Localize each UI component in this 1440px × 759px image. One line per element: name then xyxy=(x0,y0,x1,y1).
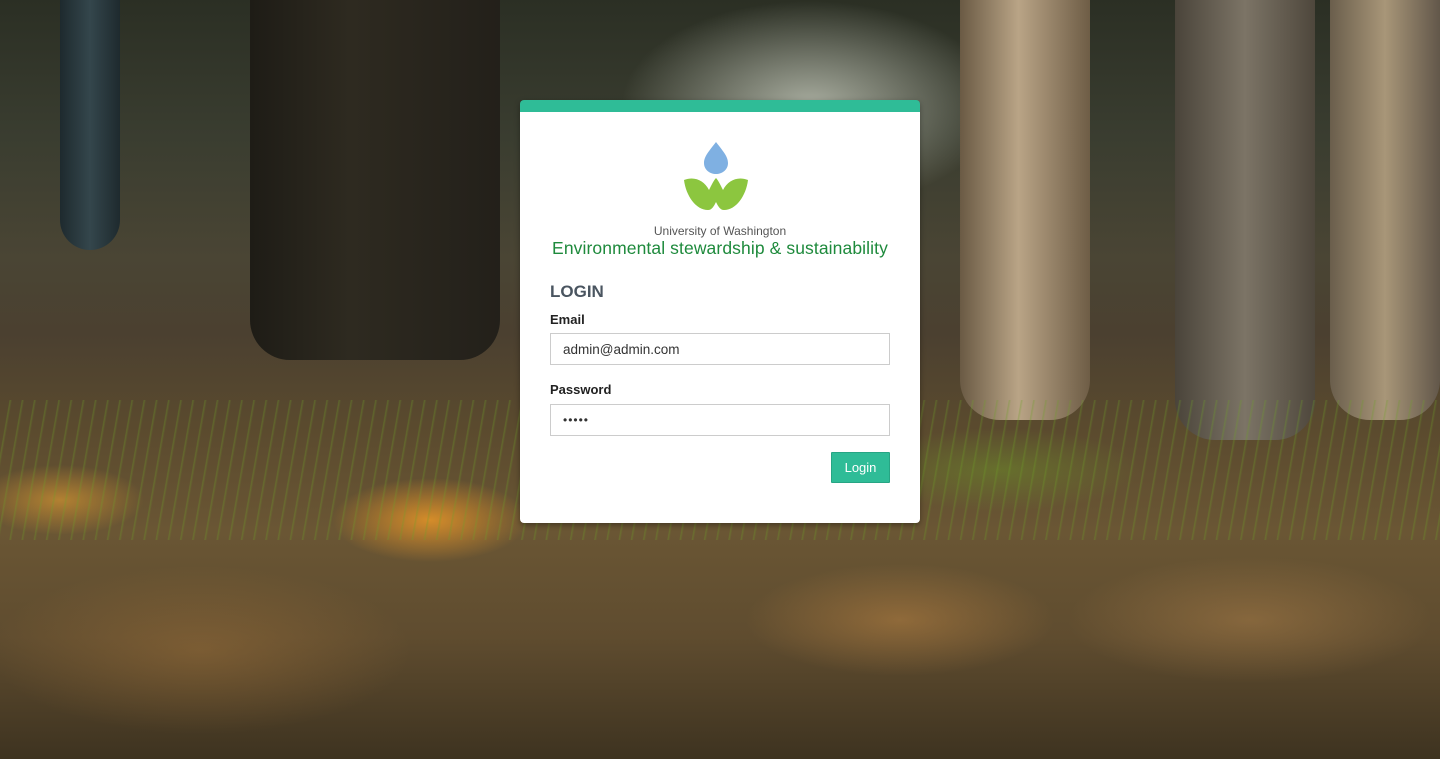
email-value: admin@admin.com xyxy=(563,341,680,357)
background-tree xyxy=(960,0,1090,420)
uw-leaf-drop-icon xyxy=(684,142,748,210)
background-photo: University of Washington Environmental s… xyxy=(0,0,1440,759)
email-label: Email xyxy=(550,312,585,327)
password-field[interactable]: ••••• xyxy=(550,404,890,436)
login-button[interactable]: Login xyxy=(831,452,890,483)
email-field[interactable]: admin@admin.com xyxy=(550,333,890,365)
login-heading: LOGIN xyxy=(550,282,604,301)
password-value: ••••• xyxy=(563,413,590,427)
background-tree xyxy=(1330,0,1440,420)
background-tree xyxy=(250,0,500,360)
institution-name: University of Washington xyxy=(653,224,787,238)
background-tree xyxy=(1175,0,1315,440)
site-title: Environmental stewardship & sustainabili… xyxy=(552,238,888,258)
background-tree xyxy=(60,0,120,250)
password-label: Password xyxy=(550,382,612,397)
login-card: University of Washington Environmental s… xyxy=(520,100,920,523)
